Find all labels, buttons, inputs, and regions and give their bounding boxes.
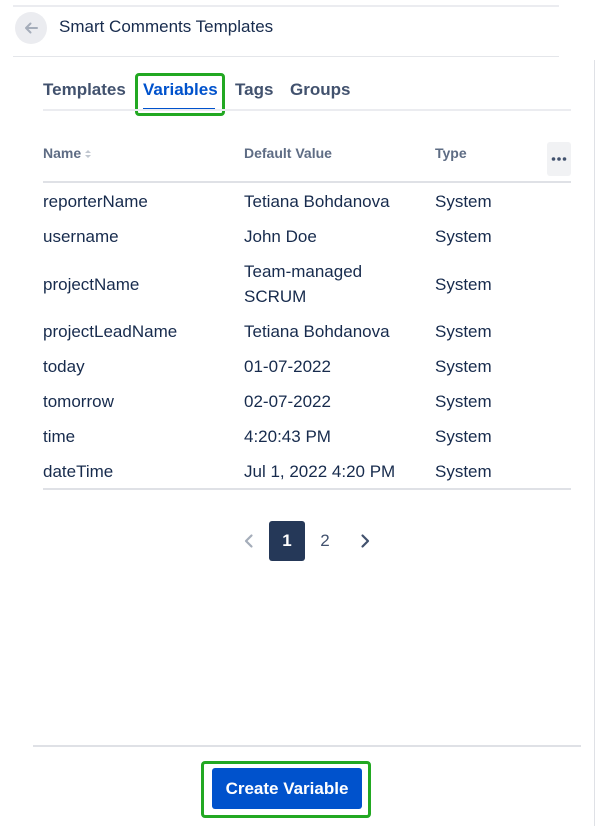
- cell-default-value: Tetiana Bohdanova: [244, 192, 390, 211]
- cell-name: tomorrow: [43, 392, 114, 411]
- tab-tags[interactable]: Tags: [235, 80, 273, 100]
- cell-type: System: [435, 227, 492, 246]
- column-header-default-value: Default Value: [244, 145, 332, 161]
- chevron-left-icon: [244, 534, 253, 548]
- cell-name: projectName: [43, 275, 140, 294]
- cell-name: reporterName: [43, 192, 148, 211]
- header-divider: [13, 56, 559, 57]
- chevron-right-icon: [361, 534, 370, 548]
- cell-type: System: [435, 275, 492, 294]
- cell-name: dateTime: [43, 462, 114, 481]
- column-header-type: Type: [435, 145, 467, 161]
- sort-icon: [85, 150, 92, 159]
- previous-page-button[interactable]: [236, 521, 262, 561]
- page-title: Smart Comments Templates: [59, 17, 274, 36]
- table-bottom-divider: [43, 488, 571, 490]
- create-variable-button[interactable]: Create Variable: [212, 768, 362, 809]
- page-button-1[interactable]: 1: [269, 521, 305, 561]
- cell-type: System: [435, 357, 492, 376]
- tab-templates[interactable]: Templates: [43, 80, 126, 100]
- top-divider: [13, 5, 559, 7]
- column-header-name[interactable]: Name: [43, 145, 92, 161]
- cell-default-value: 01-07-2022: [244, 357, 331, 376]
- next-page-button[interactable]: [352, 521, 378, 561]
- cell-default-value: Tetiana Bohdanova: [244, 322, 390, 341]
- column-header-label: Name: [43, 145, 82, 161]
- tabs-divider: [43, 109, 571, 111]
- cell-type: System: [435, 392, 492, 411]
- back-button[interactable]: [15, 12, 47, 44]
- cell-type: System: [435, 322, 492, 341]
- more-actions-button[interactable]: [547, 142, 571, 176]
- table-header-divider: [43, 181, 571, 183]
- page-button-2[interactable]: 2: [307, 521, 343, 561]
- cell-type: System: [435, 427, 492, 446]
- cell-name: time: [43, 427, 76, 446]
- cell-type: System: [435, 462, 492, 481]
- cell-name: projectLeadName: [43, 322, 178, 341]
- cell-default-value: Team-managed SCRUM: [244, 262, 363, 306]
- cell-name: today: [43, 357, 85, 376]
- cell-name: username: [43, 227, 119, 246]
- more-horizontal-icon: [551, 157, 567, 161]
- cell-default-value: 4:20:43 PM: [244, 427, 331, 446]
- footer-divider: [33, 745, 581, 747]
- cell-type: System: [435, 192, 492, 211]
- cell-default-value: Jul 1, 2022 4:20 PM: [244, 462, 396, 481]
- tab-variables[interactable]: Variables: [143, 80, 218, 100]
- arrow-left-icon: [25, 22, 38, 34]
- tab-groups[interactable]: Groups: [290, 80, 350, 100]
- cell-default-value: John Doe: [244, 227, 317, 246]
- cell-default-value: 02-07-2022: [244, 392, 331, 411]
